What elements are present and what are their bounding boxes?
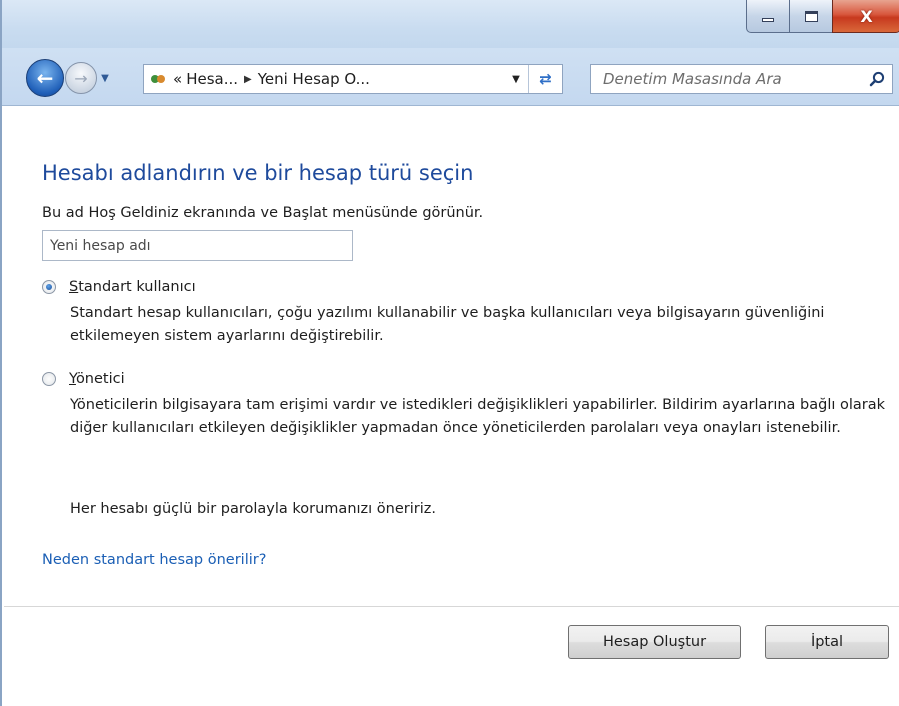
create-account-button[interactable]: Hesap Oluştur (568, 625, 741, 659)
minimize-icon (762, 18, 774, 22)
breadcrumb-hesap[interactable]: Hesa... (186, 70, 238, 88)
navigation-bar: ← → ▼ « Hesa... ▶ Yeni Hesap O... ▼ ⇄ De… (2, 48, 899, 106)
forward-arrow-icon: → (74, 68, 88, 88)
maximize-icon (804, 10, 818, 22)
subtitle-text: Bu ad Hoş Geldiniz ekranında ve Başlat m… (42, 205, 484, 221)
back-button[interactable]: ← (26, 59, 64, 97)
radio-administrator-button[interactable] (42, 372, 56, 386)
user-accounts-icon (147, 69, 169, 89)
administrator-description: Yöneticilerin bilgisayara tam erişimi va… (70, 397, 886, 436)
window-controls: X (746, 0, 899, 33)
radio-standard-user[interactable]: Standart kullanıcı (42, 279, 196, 295)
radio-standard-label[interactable]: Standart kullanıcı (69, 279, 196, 295)
radio-administrator-label[interactable]: Yönetici (69, 371, 125, 387)
address-dropdown-button[interactable]: ▼ (506, 65, 526, 93)
chevron-down-icon: ▼ (101, 72, 109, 84)
refresh-button[interactable]: ⇄ (528, 65, 562, 93)
main-content: Hesabı adlandırın ve bir hesap türü seçi… (2, 107, 899, 607)
recent-pages-button[interactable]: ▼ (98, 66, 112, 90)
search-icon[interactable] (868, 70, 886, 88)
page-title: Hesabı adlandırın ve bir hesap türü seçi… (42, 161, 474, 185)
refresh-icon: ⇄ (539, 70, 552, 88)
title-bar[interactable]: X (2, 0, 899, 48)
password-recommendation: Her hesabı güçlü bir parolayla korumanız… (70, 501, 436, 517)
radio-administrator[interactable]: Yönetici (42, 371, 125, 387)
breadcrumb-separator-icon[interactable]: ▶ (244, 74, 252, 85)
maximize-button[interactable] (789, 0, 833, 33)
cancel-button[interactable]: İptal (765, 625, 889, 659)
minimize-button[interactable] (746, 0, 790, 33)
address-prefix[interactable]: « (173, 70, 182, 88)
breadcrumb-yeni-hesap[interactable]: Yeni Hesap O... (258, 70, 370, 88)
search-placeholder[interactable]: Denetim Masasında Ara (603, 70, 782, 88)
close-button[interactable]: X (832, 0, 899, 33)
radio-standard-button[interactable] (42, 280, 56, 294)
close-icon: X (860, 6, 873, 26)
why-standard-account-link[interactable]: Neden standart hesap önerilir? (42, 552, 266, 568)
back-arrow-icon: ← (36, 66, 54, 90)
address-bar[interactable]: « Hesa... ▶ Yeni Hesap O... ▼ ⇄ (143, 64, 563, 94)
standard-user-description: Standart hesap kullanıcıları, çoğu yazıl… (70, 305, 825, 344)
forward-button[interactable]: → (65, 62, 97, 94)
account-name-input[interactable] (42, 230, 353, 261)
search-box[interactable]: Denetim Masasında Ara (590, 64, 893, 94)
control-panel-window: X ← → ▼ « Hesa... ▶ Yeni Hesap O... ▼ ⇄ (0, 0, 899, 706)
footer-divider (4, 606, 899, 607)
